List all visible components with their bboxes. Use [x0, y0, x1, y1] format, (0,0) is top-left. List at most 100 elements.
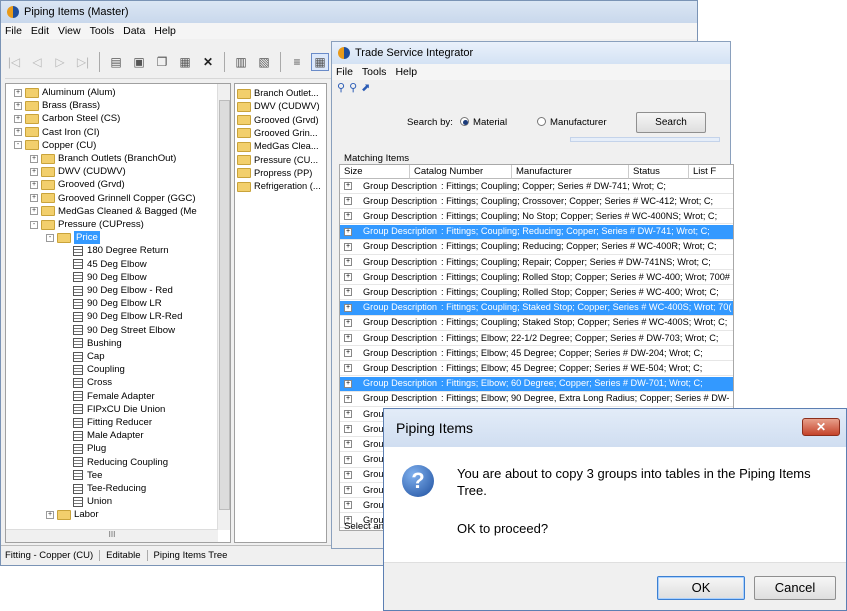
- expand-icon[interactable]: +: [30, 180, 38, 189]
- material-radio[interactable]: Material: [460, 117, 507, 128]
- tsi-menu-file[interactable]: File: [336, 66, 353, 78]
- tsi-title-bar[interactable]: Trade Service Integrator: [332, 42, 730, 64]
- prev-record-icon[interactable]: ◁: [28, 53, 46, 71]
- grid-row[interactable]: + Group Description: Fittings; Coupling; …: [340, 194, 733, 210]
- expand-icon[interactable]: +: [344, 364, 352, 373]
- grid-row[interactable]: + Group Description: Fittings; Elbow; 60 …: [340, 376, 733, 392]
- list-item[interactable]: Grooved (Grvd): [237, 114, 319, 127]
- expand-icon[interactable]: +: [344, 501, 352, 510]
- grid-row[interactable]: + Group Description: Fittings; Coupling; …: [340, 300, 733, 316]
- grid-row[interactable]: + Group Description: Fittings; Coupling; …: [340, 240, 733, 255]
- tsi-menu-tools[interactable]: Tools: [362, 66, 387, 78]
- tree-node[interactable]: + Aluminum (Alum): [14, 86, 116, 99]
- expand-icon[interactable]: +: [30, 154, 38, 163]
- tree-node[interactable]: + Cast Iron (CI): [14, 126, 100, 139]
- ok-button[interactable]: OK: [657, 576, 745, 600]
- tree-node[interactable]: + Labor: [46, 508, 99, 521]
- cancel-button[interactable]: Cancel: [754, 576, 836, 600]
- collapse-icon[interactable]: -: [14, 141, 22, 150]
- tree-node[interactable]: 90 Deg Elbow - Red: [62, 284, 173, 297]
- properties-icon[interactable]: ▧: [255, 53, 273, 71]
- collapse-icon[interactable]: -: [30, 220, 38, 229]
- grid-row[interactable]: + Group Description: Fittings; Elbow; 45 …: [340, 361, 733, 377]
- list-item[interactable]: Grooved Grin...: [237, 127, 318, 140]
- expand-icon[interactable]: +: [344, 455, 352, 464]
- list-view-icon[interactable]: ≡: [288, 53, 306, 71]
- tree-node[interactable]: 90 Deg Elbow LR-Red: [62, 310, 182, 323]
- list-item[interactable]: MedGas Clea...: [237, 140, 319, 153]
- details-view-icon[interactable]: ▦: [311, 52, 329, 71]
- expand-icon[interactable]: +: [14, 128, 22, 137]
- col-list-price[interactable]: List F: [689, 165, 733, 179]
- expand-icon[interactable]: +: [344, 227, 352, 236]
- expand-icon[interactable]: +: [14, 88, 22, 97]
- expand-icon[interactable]: +: [14, 101, 22, 110]
- scroll-thumb[interactable]: [219, 100, 230, 510]
- expand-icon[interactable]: +: [344, 242, 352, 251]
- menu-file[interactable]: File: [5, 25, 22, 37]
- tree-node[interactable]: 90 Deg Street Elbow: [62, 324, 175, 337]
- next-record-icon[interactable]: ▷: [51, 53, 69, 71]
- close-icon[interactable]: ✕: [802, 418, 840, 436]
- list-item[interactable]: Branch Outlet...: [237, 87, 319, 100]
- tree-node[interactable]: Cap: [62, 350, 105, 363]
- tree-node[interactable]: Fitting Reducer: [62, 416, 152, 429]
- expand-icon[interactable]: +: [344, 212, 352, 221]
- grid-row[interactable]: + Group Description: Fittings; Coupling; …: [340, 224, 733, 240]
- expand-icon[interactable]: +: [344, 440, 352, 449]
- list-item[interactable]: DWV (CUDWV): [237, 100, 320, 113]
- expand-icon[interactable]: +: [344, 197, 352, 206]
- tree-node[interactable]: Reducing Coupling: [62, 456, 168, 469]
- tree-node[interactable]: Tee: [62, 469, 102, 482]
- expand-icon[interactable]: +: [344, 303, 352, 312]
- copy-icon[interactable]: ❐: [153, 53, 171, 71]
- expand-icon[interactable]: +: [344, 470, 352, 479]
- collapse-icon[interactable]: -: [46, 233, 54, 242]
- expand-icon[interactable]: +: [344, 273, 352, 282]
- tree-node[interactable]: Male Adapter: [62, 429, 144, 442]
- grid-row[interactable]: + Group Description: Fittings; Coupling; …: [340, 255, 733, 270]
- grid-row[interactable]: + Group Description: Fittings; Elbow; 45 …: [340, 346, 733, 362]
- grid-row[interactable]: + Group Description: Fittings; Coupling; …: [340, 270, 733, 286]
- export-icon[interactable]: ⬈: [361, 81, 370, 94]
- print-icon[interactable]: ▤: [107, 53, 125, 71]
- tree-node[interactable]: Cross: [62, 376, 112, 389]
- tree-node[interactable]: Tee-Reducing: [62, 482, 146, 495]
- tree-node[interactable]: Union: [62, 495, 112, 508]
- paste-icon[interactable]: ▥: [232, 53, 250, 71]
- col-manufacturer[interactable]: Manufacturer: [512, 165, 629, 179]
- tree-vertical-scrollbar[interactable]: [217, 84, 230, 530]
- manufacturer-radio[interactable]: Manufacturer: [537, 117, 607, 128]
- tree-node[interactable]: - Copper (CU): [14, 139, 96, 152]
- tree-horizontal-scrollbar[interactable]: III: [6, 529, 218, 542]
- main-title-bar[interactable]: Piping Items (Master): [1, 1, 697, 23]
- expand-icon[interactable]: +: [30, 207, 38, 216]
- list-item[interactable]: Refrigeration (...: [237, 180, 321, 193]
- tree-node[interactable]: + Brass (Brass): [14, 99, 100, 112]
- tree-node[interactable]: Plug: [62, 442, 106, 455]
- tree-node[interactable]: + DWV (CUDWV): [30, 165, 126, 178]
- col-status[interactable]: Status: [629, 165, 689, 179]
- zoom-out-icon[interactable]: ⚲: [349, 81, 357, 94]
- tree-node[interactable]: + Grooved Grinnell Copper (GGC): [30, 192, 196, 205]
- list-item[interactable]: Pressure (CU...: [237, 154, 318, 167]
- expand-icon[interactable]: +: [14, 114, 22, 123]
- grid-row[interactable]: + Group Description: Fittings; Elbow; 22-…: [340, 331, 733, 346]
- search-button[interactable]: Search: [636, 112, 706, 133]
- expand-icon[interactable]: +: [344, 410, 352, 418]
- list-item[interactable]: Propress (PP): [237, 167, 312, 180]
- grid-row[interactable]: + Group Description: Fittings; Coupling; …: [340, 316, 733, 331]
- grid-icon[interactable]: ▦: [176, 53, 194, 71]
- tree-node[interactable]: + Grooved (Grvd): [30, 178, 125, 191]
- expand-icon[interactable]: +: [30, 194, 38, 203]
- expand-icon[interactable]: +: [344, 486, 352, 494]
- grid-row[interactable]: + Group Description: Fittings; Elbow; 90 …: [340, 392, 733, 407]
- expand-icon[interactable]: +: [344, 182, 352, 190]
- menu-help[interactable]: Help: [154, 25, 176, 37]
- tree-node[interactable]: Female Adapter: [62, 390, 155, 403]
- expand-icon[interactable]: +: [344, 349, 352, 358]
- tree-node[interactable]: 90 Deg Elbow LR: [62, 297, 162, 310]
- delete-icon[interactable]: ✕: [199, 53, 217, 71]
- tree-node[interactable]: Bushing: [62, 337, 122, 350]
- expand-icon[interactable]: +: [344, 379, 352, 388]
